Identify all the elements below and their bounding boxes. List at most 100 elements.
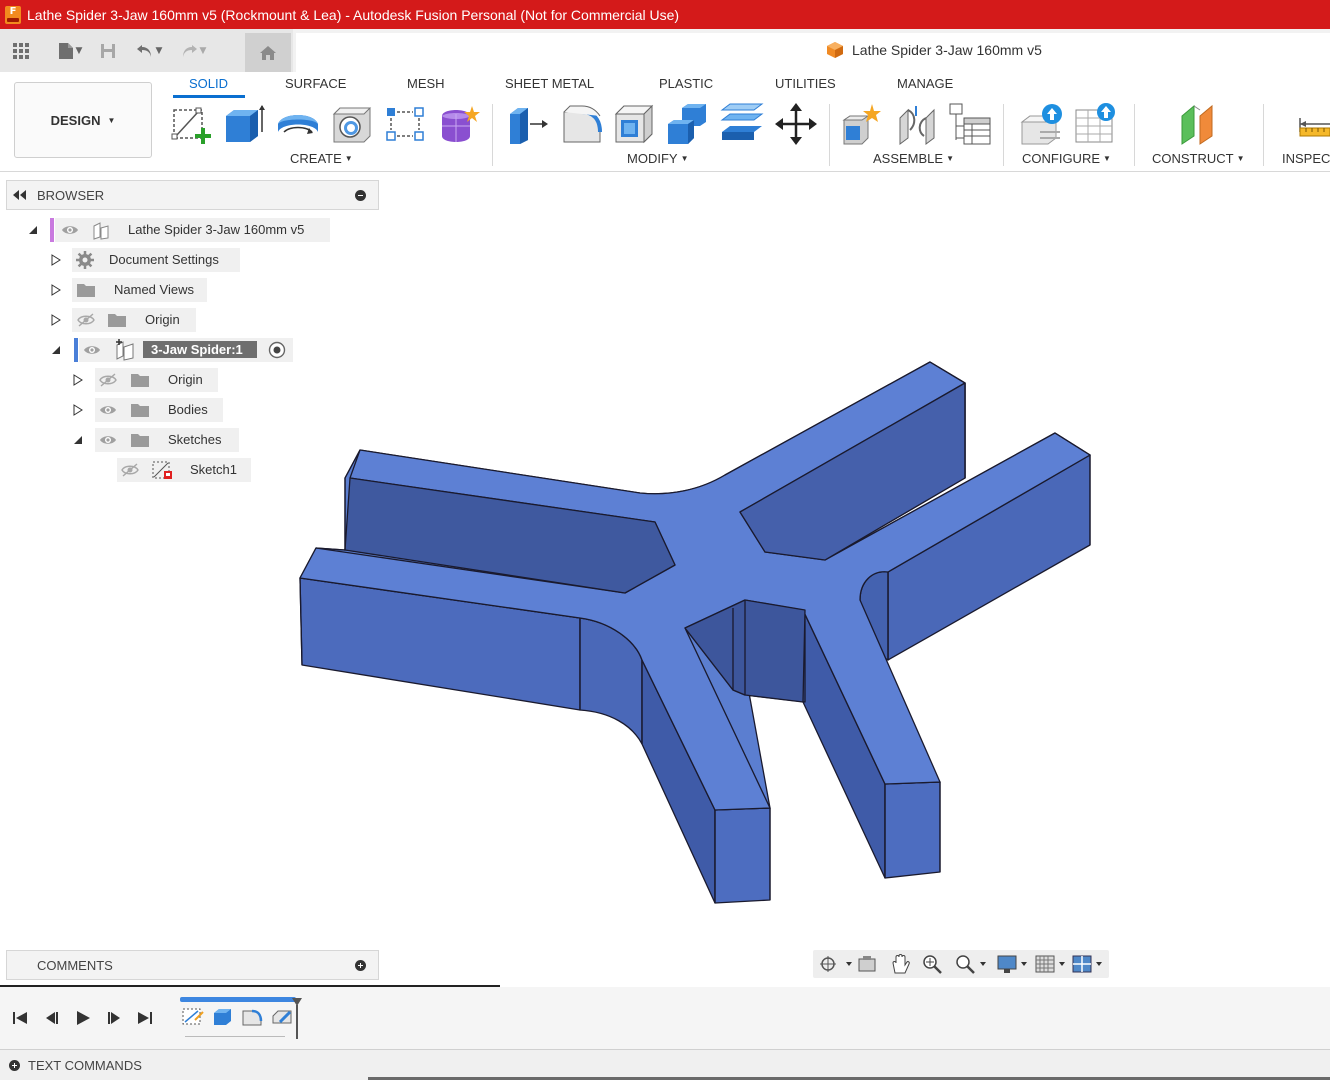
eye-hidden-icon[interactable]	[98, 373, 118, 387]
tree-label-named-views: Named Views	[114, 282, 194, 297]
create-form-icon	[442, 106, 480, 142]
tab-surface[interactable]: SURFACE	[285, 76, 346, 91]
orbit-icon[interactable]	[818, 954, 854, 974]
configuration-table-button[interactable]	[1074, 102, 1118, 146]
offset-plane-button[interactable]	[1178, 102, 1222, 146]
timeline-fillet-icon[interactable]	[240, 1006, 264, 1028]
bill-of-materials-button[interactable]	[948, 102, 992, 146]
pattern-button[interactable]	[384, 102, 428, 146]
offset-face-button[interactable]	[720, 102, 764, 146]
collapse-panel-icon[interactable]	[13, 190, 27, 200]
comments-expand-button[interactable]	[355, 960, 366, 971]
step-forward-icon[interactable]	[105, 1009, 123, 1027]
component-color-bar	[50, 218, 54, 242]
group-assemble-label: ASSEMBLE	[873, 151, 944, 166]
fusion-window: F Lathe Spider 3-Jaw 160mm v5 (Rockmount…	[0, 0, 1330, 1080]
expanded-triangle-icon[interactable]	[27, 224, 39, 236]
pan-hand-icon[interactable]	[889, 953, 911, 975]
browser-collapse-button[interactable]	[355, 190, 366, 201]
eye-icon[interactable]	[83, 343, 101, 357]
browser-panel-header[interactable]: BROWSER	[6, 180, 379, 210]
activate-radio-icon[interactable]	[268, 341, 286, 359]
zoom-window-icon[interactable]	[954, 953, 990, 975]
timeline-sketch-icon[interactable]	[181, 1006, 205, 1028]
fillet-button[interactable]	[560, 102, 604, 146]
expanded-triangle-icon[interactable]	[50, 344, 62, 356]
step-back-icon[interactable]	[43, 1009, 61, 1027]
go-to-start-icon[interactable]	[11, 1009, 29, 1027]
home-icon	[260, 45, 276, 60]
tab-plastic[interactable]: PLASTIC	[659, 76, 713, 91]
group-create[interactable]: CREATE ▼	[290, 151, 353, 166]
undo-button[interactable]: ▼	[130, 37, 168, 65]
move-copy-button[interactable]	[774, 102, 818, 146]
grid-settings-icon[interactable]	[1034, 953, 1070, 975]
apps-grid-button[interactable]	[10, 37, 32, 65]
eye-hidden-icon[interactable]	[120, 463, 140, 477]
file-menu-button[interactable]: ▼	[52, 37, 88, 65]
shell-button[interactable]	[612, 102, 656, 146]
ribbon-separator	[1263, 104, 1264, 166]
group-construct[interactable]: CONSTRUCT ▼	[1152, 151, 1245, 166]
tab-mesh[interactable]: MESH	[407, 76, 445, 91]
revolve-button[interactable]	[276, 102, 320, 146]
tab-manage[interactable]: MANAGE	[897, 76, 953, 91]
save-icon	[101, 43, 115, 58]
eye-hidden-icon[interactable]	[76, 313, 96, 327]
press-pull-button[interactable]	[506, 102, 550, 146]
tab-sheet-metal[interactable]: SHEET METAL	[505, 76, 594, 91]
window-title: Lathe Spider 3-Jaw 160mm v5 (Rockmount &…	[27, 6, 680, 23]
text-commands-bar[interactable]: TEXT COMMANDS	[0, 1049, 1330, 1080]
eye-icon[interactable]	[99, 403, 117, 417]
create-form-button[interactable]	[436, 102, 480, 146]
joint-button[interactable]	[896, 102, 940, 146]
spider-body-model[interactable]	[290, 355, 1100, 915]
hole-button[interactable]	[330, 102, 374, 146]
collapsed-triangle-icon[interactable]	[72, 374, 84, 386]
document-tab[interactable]: Lathe Spider 3-Jaw 160mm v5	[826, 41, 1042, 59]
new-component-button[interactable]	[842, 102, 886, 146]
expanded-triangle-icon[interactable]	[72, 434, 84, 446]
folder-icon	[131, 374, 149, 387]
timeline-extrude-icon[interactable]	[210, 1006, 234, 1028]
look-at-icon[interactable]	[856, 954, 878, 974]
chevron-down-icon: ▼	[75, 45, 83, 56]
group-modify[interactable]: MODIFY ▼	[627, 151, 688, 166]
home-button[interactable]	[245, 33, 291, 72]
configure-design-button[interactable]	[1020, 102, 1064, 146]
comments-panel-header[interactable]: COMMENTS	[6, 950, 379, 980]
zoom-icon[interactable]	[921, 953, 943, 975]
extrude-button[interactable]	[222, 102, 266, 146]
group-inspect[interactable]: INSPEC	[1282, 151, 1330, 166]
new-component-icon	[842, 104, 881, 145]
redo-button[interactable]: ▼	[174, 37, 212, 65]
document-component-icon	[93, 222, 109, 240]
collapsed-triangle-icon[interactable]	[50, 314, 62, 326]
group-configure[interactable]: CONFIGURE ▼	[1022, 151, 1111, 166]
display-settings-icon[interactable]	[996, 953, 1032, 975]
collapsed-triangle-icon[interactable]	[50, 254, 62, 266]
tree-label-bodies: Bodies	[168, 402, 208, 417]
create-sketch-icon	[171, 107, 211, 144]
eye-icon[interactable]	[61, 223, 79, 237]
workspace-switcher[interactable]: DESIGN ▼	[14, 82, 152, 158]
save-button[interactable]	[96, 37, 120, 65]
timeline-marker-handle[interactable]	[291, 997, 303, 1041]
eye-icon[interactable]	[99, 433, 117, 447]
tab-solid[interactable]: SOLID	[189, 76, 228, 91]
offset-face-icon	[720, 103, 764, 140]
collapsed-triangle-icon[interactable]	[50, 284, 62, 296]
group-assemble[interactable]: ASSEMBLE ▼	[873, 151, 954, 166]
text-commands-expand-icon[interactable]	[9, 1059, 20, 1071]
collapsed-triangle-icon[interactable]	[72, 404, 84, 416]
play-icon[interactable]	[74, 1009, 92, 1027]
tab-utilities[interactable]: UTILITIES	[775, 76, 836, 91]
go-to-end-icon[interactable]	[136, 1009, 154, 1027]
fillet-icon	[563, 105, 602, 143]
create-sketch-button[interactable]	[170, 102, 214, 146]
combine-button[interactable]	[666, 102, 710, 146]
measure-button[interactable]	[1296, 102, 1330, 146]
viewports-icon[interactable]	[1071, 953, 1107, 975]
component-color-bar	[74, 338, 78, 362]
ribbon: DESIGN ▼ SOLID SURFACE MESH SHEET METAL …	[0, 72, 1330, 172]
